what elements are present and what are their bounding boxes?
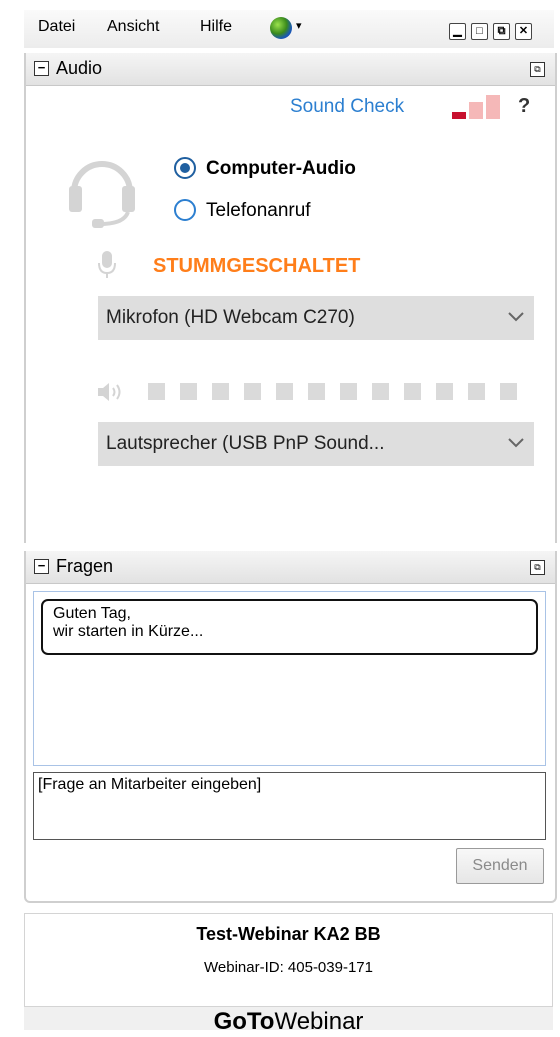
chevron-down-icon	[508, 312, 524, 322]
sound-check-link[interactable]: Sound Check	[290, 96, 404, 118]
popout-icon[interactable]: ⧉	[530, 560, 545, 575]
level-segment	[180, 383, 197, 400]
telephone-label[interactable]: Telefonanruf	[206, 200, 311, 222]
collapse-audio-button[interactable]: −	[34, 61, 49, 76]
microphone-select[interactable]: Mikrofon (HD Webcam C270)	[98, 296, 534, 340]
maximize-button[interactable]: □	[471, 23, 488, 40]
question-input[interactable]: [Frage an Mitarbeiter eingeben]	[33, 772, 546, 840]
mute-status: STUMMGESCHALTET	[153, 255, 361, 277]
level-segment	[404, 383, 421, 400]
brand-bar: GoToWebinar	[24, 1007, 553, 1035]
menu-bar: Datei Ansicht Hilfe ▾ ▁ □ ⧉ ✕	[24, 10, 554, 48]
computer-audio-radio[interactable]	[174, 157, 196, 179]
menu-ansicht[interactable]: Ansicht	[107, 18, 159, 36]
level-segment	[436, 383, 453, 400]
level-segment	[148, 383, 165, 400]
speaker-icon	[98, 383, 121, 401]
level-segment	[372, 383, 389, 400]
signal-bar-2	[469, 102, 483, 119]
audio-panel-header: − Audio ⧉	[26, 53, 555, 86]
headset-icon	[69, 161, 135, 228]
level-segment	[308, 383, 325, 400]
speaker-select[interactable]: Lautsprecher (USB PnP Sound...	[98, 422, 534, 466]
microphone-icon	[98, 251, 116, 278]
globe-icon[interactable]	[270, 17, 292, 39]
gotowebinar-logo: GoToWebinar	[213, 1008, 364, 1035]
chat-message: Guten Tag, wir starten in Kürze...	[41, 599, 538, 655]
level-segment	[340, 383, 357, 400]
questions-panel-title: Fragen	[56, 556, 114, 576]
webinar-info: Test-Webinar KA2 BB Webinar-ID: 405-039-…	[24, 913, 553, 1007]
level-segment	[244, 383, 261, 400]
chat-log[interactable]: Guten Tag, wir starten in Kürze...	[33, 591, 546, 766]
webinar-title: Test-Webinar KA2 BB	[196, 924, 381, 944]
audio-panel-title: Audio	[56, 58, 103, 78]
microphone-select-value: Mikrofon (HD Webcam C270)	[106, 307, 355, 328]
questions-panel-header: − Fragen ⧉	[26, 551, 555, 584]
menu-hilfe[interactable]: Hilfe	[200, 18, 232, 36]
menu-datei[interactable]: Datei	[38, 18, 75, 36]
chevron-down-icon	[508, 438, 524, 448]
level-segment	[276, 383, 293, 400]
close-button[interactable]: ✕	[515, 23, 532, 40]
computer-audio-label[interactable]: Computer-Audio	[206, 158, 356, 180]
help-icon[interactable]: ?	[518, 95, 530, 118]
webinar-id: Webinar-ID: 405-039-171	[204, 959, 373, 976]
send-button[interactable]: Senden	[456, 848, 544, 884]
popout-icon[interactable]: ⧉	[530, 62, 545, 77]
signal-bar-1	[452, 112, 466, 119]
collapse-questions-button[interactable]: −	[34, 559, 49, 574]
level-segment	[212, 383, 229, 400]
level-segment	[468, 383, 485, 400]
restore-button[interactable]: ⧉	[493, 23, 510, 40]
minimize-button[interactable]: ▁	[449, 23, 466, 40]
signal-bar-3	[486, 95, 500, 119]
chevron-down-icon[interactable]: ▾	[296, 19, 302, 32]
level-segment	[500, 383, 517, 400]
telephone-radio[interactable]	[174, 199, 196, 221]
speaker-select-value: Lautsprecher (USB PnP Sound...	[106, 433, 385, 454]
